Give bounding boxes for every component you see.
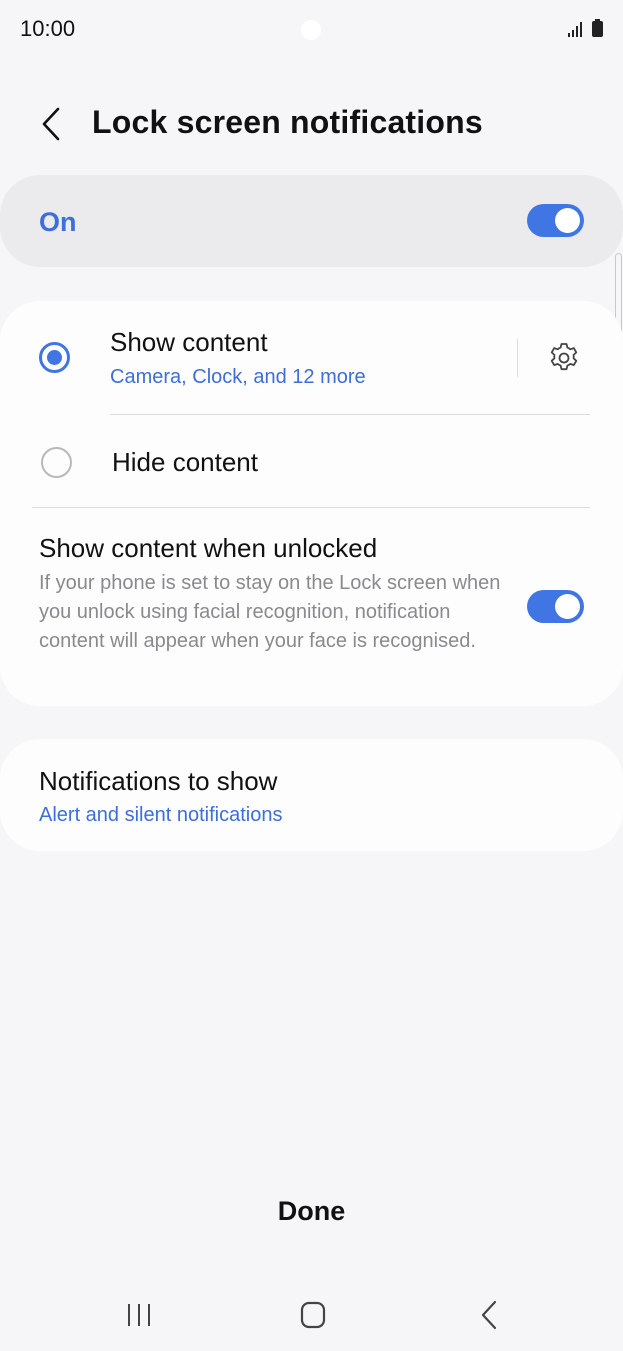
signal-icon	[568, 22, 582, 37]
show-when-unlocked-title: Show content when unlocked	[39, 533, 378, 563]
show-content-title: Show content	[110, 327, 268, 357]
show-when-unlocked-description: If your phone is set to stay on the Lock…	[39, 572, 501, 652]
hide-content-title: Hide content	[112, 447, 258, 477]
camera-cutout	[301, 20, 321, 40]
notifications-to-show-row[interactable]: Notifications to show Alert and silent n…	[0, 739, 623, 851]
notifications-to-show-value: Alert and silent notifications	[39, 804, 283, 826]
back-icon	[42, 107, 60, 141]
show-content-subtitle: Camera, Clock, and 12 more	[110, 366, 366, 388]
show-when-unlocked-switch[interactable]	[527, 590, 584, 623]
content-options-card: Show content Camera, Clock, and 12 more …	[0, 301, 623, 706]
master-toggle-switch[interactable]	[527, 204, 584, 237]
home-icon[interactable]	[300, 1301, 326, 1329]
show-content-settings-button[interactable]	[536, 331, 592, 387]
screen: 10:00 Lock screen notifications On Show …	[0, 0, 623, 1351]
battery-icon	[592, 19, 603, 37]
master-toggle-row[interactable]: On	[0, 175, 623, 267]
show-content-option[interactable]: Show content Camera, Clock, and 12 more	[0, 301, 510, 413]
done-button[interactable]: Done	[0, 1196, 623, 1227]
show-content-radio[interactable]	[39, 342, 70, 373]
master-toggle-label: On	[39, 207, 77, 237]
radio-dot	[47, 350, 62, 365]
status-time: 10:00	[20, 16, 76, 41]
toggle-knob	[555, 594, 580, 619]
recents-icon[interactable]	[125, 1302, 153, 1328]
toggle-knob	[555, 208, 580, 233]
notifications-to-show-title: Notifications to show	[39, 766, 278, 796]
hide-content-radio[interactable]	[41, 447, 72, 478]
back-button[interactable]	[36, 104, 66, 144]
nav-back-icon[interactable]	[478, 1300, 500, 1330]
gear-icon	[550, 343, 578, 371]
hide-content-option[interactable]: Hide content	[0, 415, 623, 507]
vertical-divider	[517, 339, 518, 377]
page-title: Lock screen notifications	[92, 104, 483, 140]
